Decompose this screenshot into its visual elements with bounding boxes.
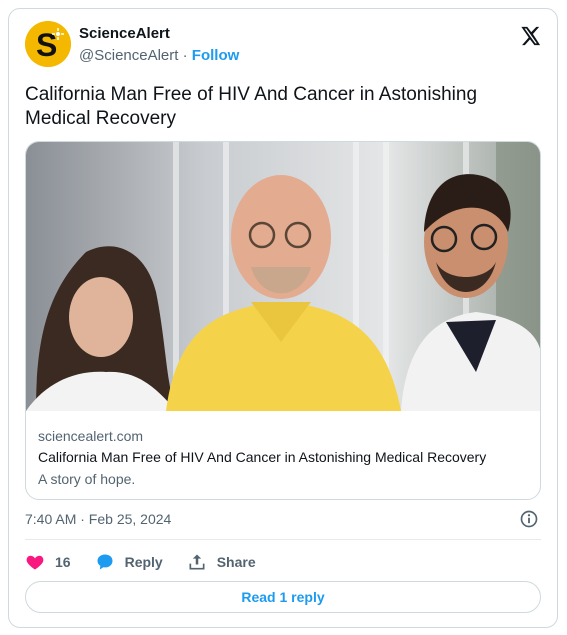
reply-button[interactable]: Reply bbox=[95, 552, 163, 572]
avatar-letter: S bbox=[36, 27, 57, 63]
avatar-logo-icon: S bbox=[25, 21, 71, 67]
info-icon[interactable] bbox=[519, 509, 539, 529]
x-logo-icon[interactable] bbox=[519, 25, 541, 47]
link-domain: sciencealert.com bbox=[38, 428, 144, 444]
timestamp[interactable]: 7:40 AM · Feb 25, 2024 bbox=[25, 511, 171, 527]
follow-button[interactable]: Follow bbox=[192, 47, 240, 64]
author-handle-row: @ScienceAlert · Follow bbox=[79, 47, 239, 64]
reply-label: Reply bbox=[124, 554, 163, 570]
separator: · bbox=[182, 47, 188, 64]
author-handle[interactable]: @ScienceAlert bbox=[79, 47, 178, 64]
divider bbox=[25, 539, 541, 540]
share-icon bbox=[189, 554, 205, 570]
reply-bubble-icon bbox=[97, 554, 113, 570]
action-bar: 16 Reply Share bbox=[25, 549, 280, 575]
like-button[interactable]: 16 bbox=[25, 552, 71, 572]
tweet-embed-card: S ScienceAlert @ScienceAlert · Follow Ca… bbox=[8, 8, 558, 628]
tweet-text: California Man Free of HIV And Cancer in… bbox=[25, 84, 478, 129]
heart-icon bbox=[26, 555, 44, 570]
share-label: Share bbox=[216, 554, 256, 570]
share-button[interactable]: Share bbox=[187, 552, 256, 572]
article-photo bbox=[26, 142, 540, 411]
link-title: California Man Free of HIV And Cancer in… bbox=[38, 449, 487, 465]
avatar[interactable]: S bbox=[25, 21, 71, 67]
link-meta: sciencealert.com California Man Free of … bbox=[38, 426, 534, 490]
link-preview-card[interactable]: sciencealert.com California Man Free of … bbox=[25, 141, 541, 500]
link-description: A story of hope. bbox=[38, 471, 136, 487]
like-count: 16 bbox=[55, 554, 71, 570]
author-name[interactable]: ScienceAlert bbox=[79, 25, 170, 42]
read-replies-button[interactable]: Read 1 reply bbox=[25, 581, 541, 613]
